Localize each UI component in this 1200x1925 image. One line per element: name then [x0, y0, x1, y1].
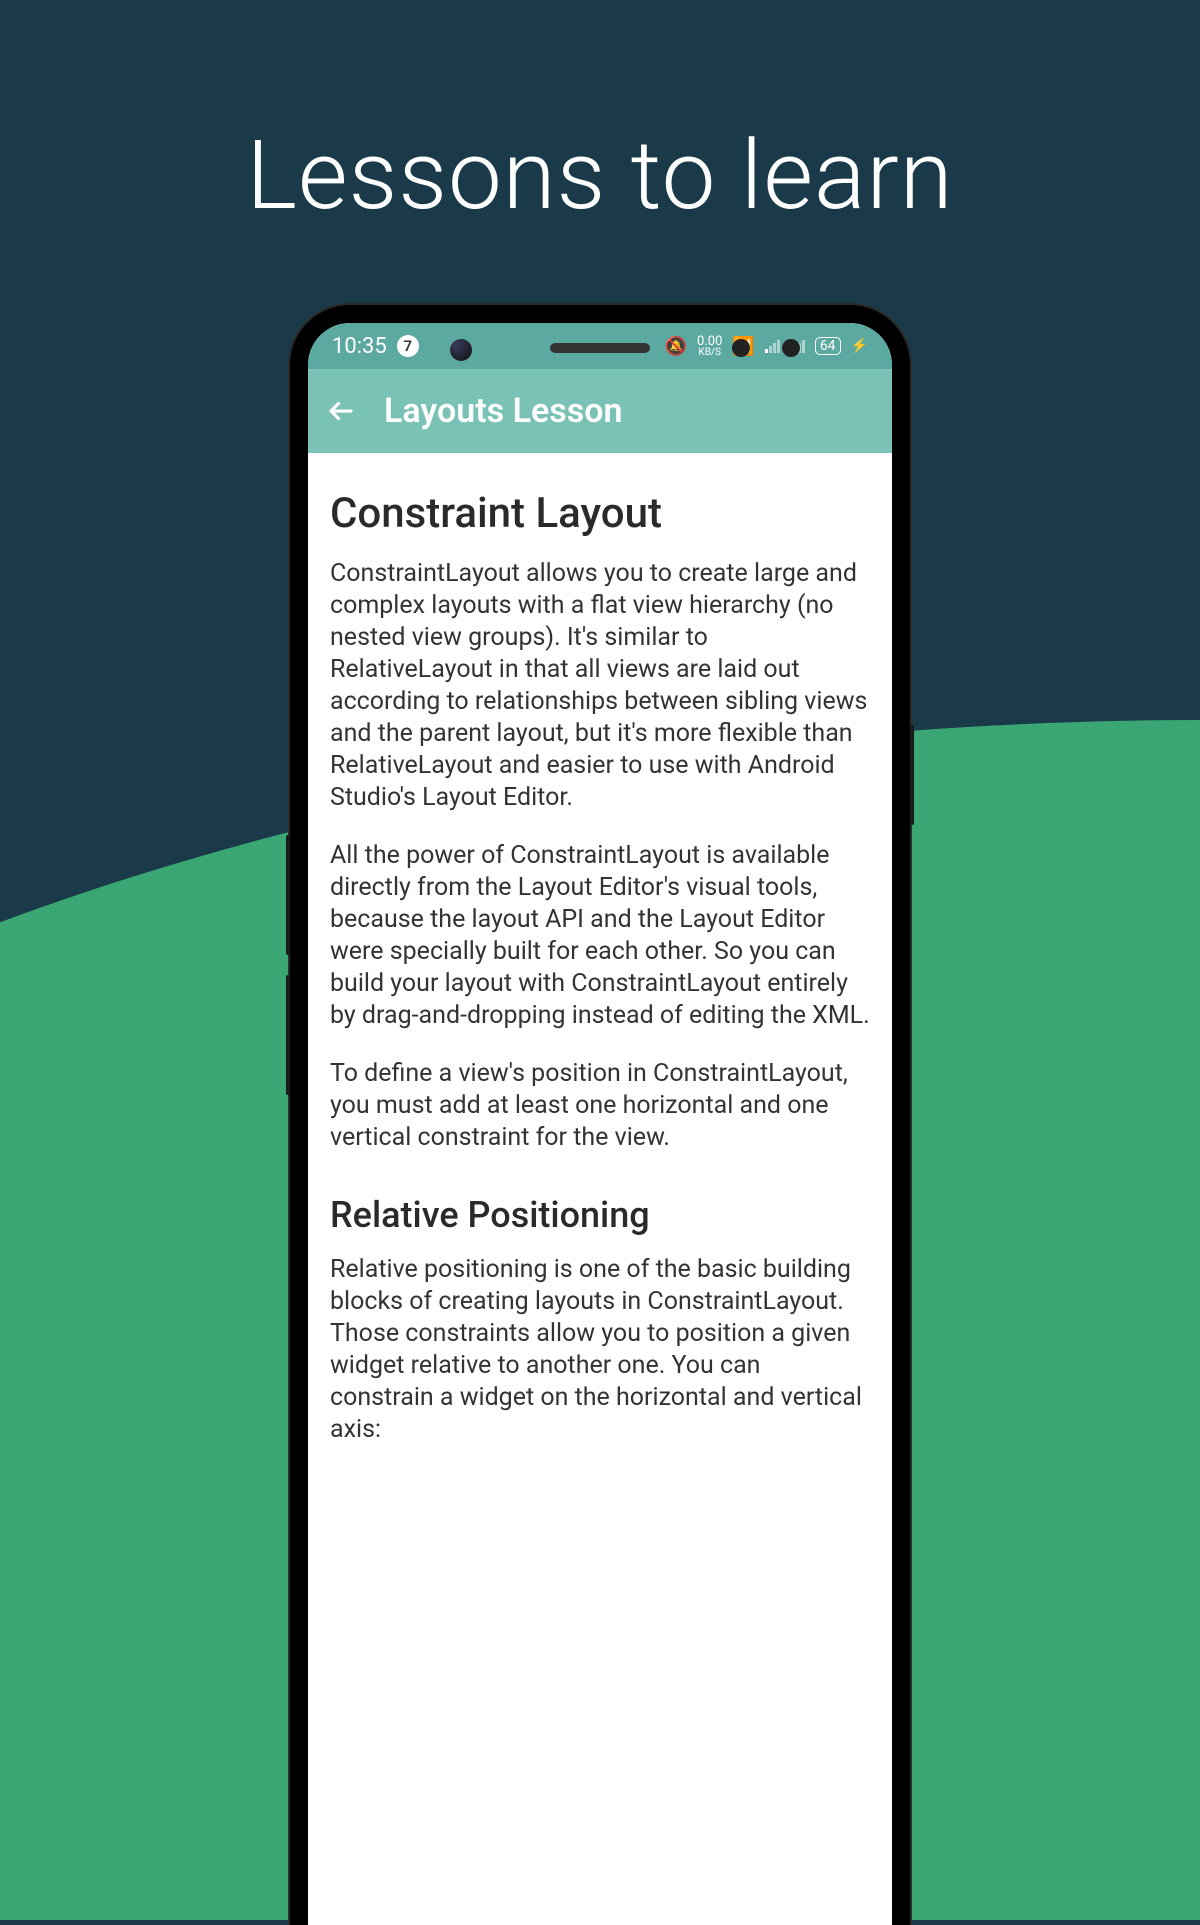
notification-badge: 7: [397, 335, 419, 357]
lesson-content[interactable]: Constraint Layout ConstraintLayout allow…: [308, 453, 892, 1446]
lesson-paragraph: To define a view's position in Constrain…: [330, 1058, 870, 1154]
lesson-heading: Constraint Layout: [330, 489, 870, 538]
volume-down-button[interactable]: [286, 975, 290, 1095]
mute-icon: 🔕: [665, 336, 687, 357]
promo-title: Lessons to learn: [0, 120, 1200, 232]
app-bar-title: Layouts Lesson: [384, 391, 622, 431]
phone-speaker: [550, 343, 650, 353]
data-rate: 0.00 KB/S: [697, 335, 722, 358]
lesson-paragraph: ConstraintLayout allows you to create la…: [330, 558, 870, 814]
power-button[interactable]: [910, 725, 914, 825]
phone-screen: 10:35 7 🔕 0.00 KB/S 📶 64 ⚡: [308, 323, 892, 1925]
signal-sim2-icon: [790, 339, 805, 353]
back-arrow-icon[interactable]: [326, 396, 356, 426]
lesson-subheading: Relative Positioning: [330, 1194, 870, 1236]
phone-camera-left: [450, 339, 472, 361]
lesson-paragraph: Relative positioning is one of the basic…: [330, 1254, 870, 1446]
lesson-paragraph: All the power of ConstraintLayout is ava…: [330, 840, 870, 1032]
signal-sim1-icon: [765, 339, 780, 353]
battery-indicator: 64: [815, 337, 841, 355]
phone-frame: 10:35 7 🔕 0.00 KB/S 📶 64 ⚡: [290, 305, 910, 1925]
status-time: 10:35: [332, 334, 387, 359]
app-bar: Layouts Lesson: [308, 369, 892, 453]
phone-camera-right: [732, 339, 750, 357]
volume-up-button[interactable]: [286, 835, 290, 955]
charging-icon: ⚡: [851, 338, 868, 354]
